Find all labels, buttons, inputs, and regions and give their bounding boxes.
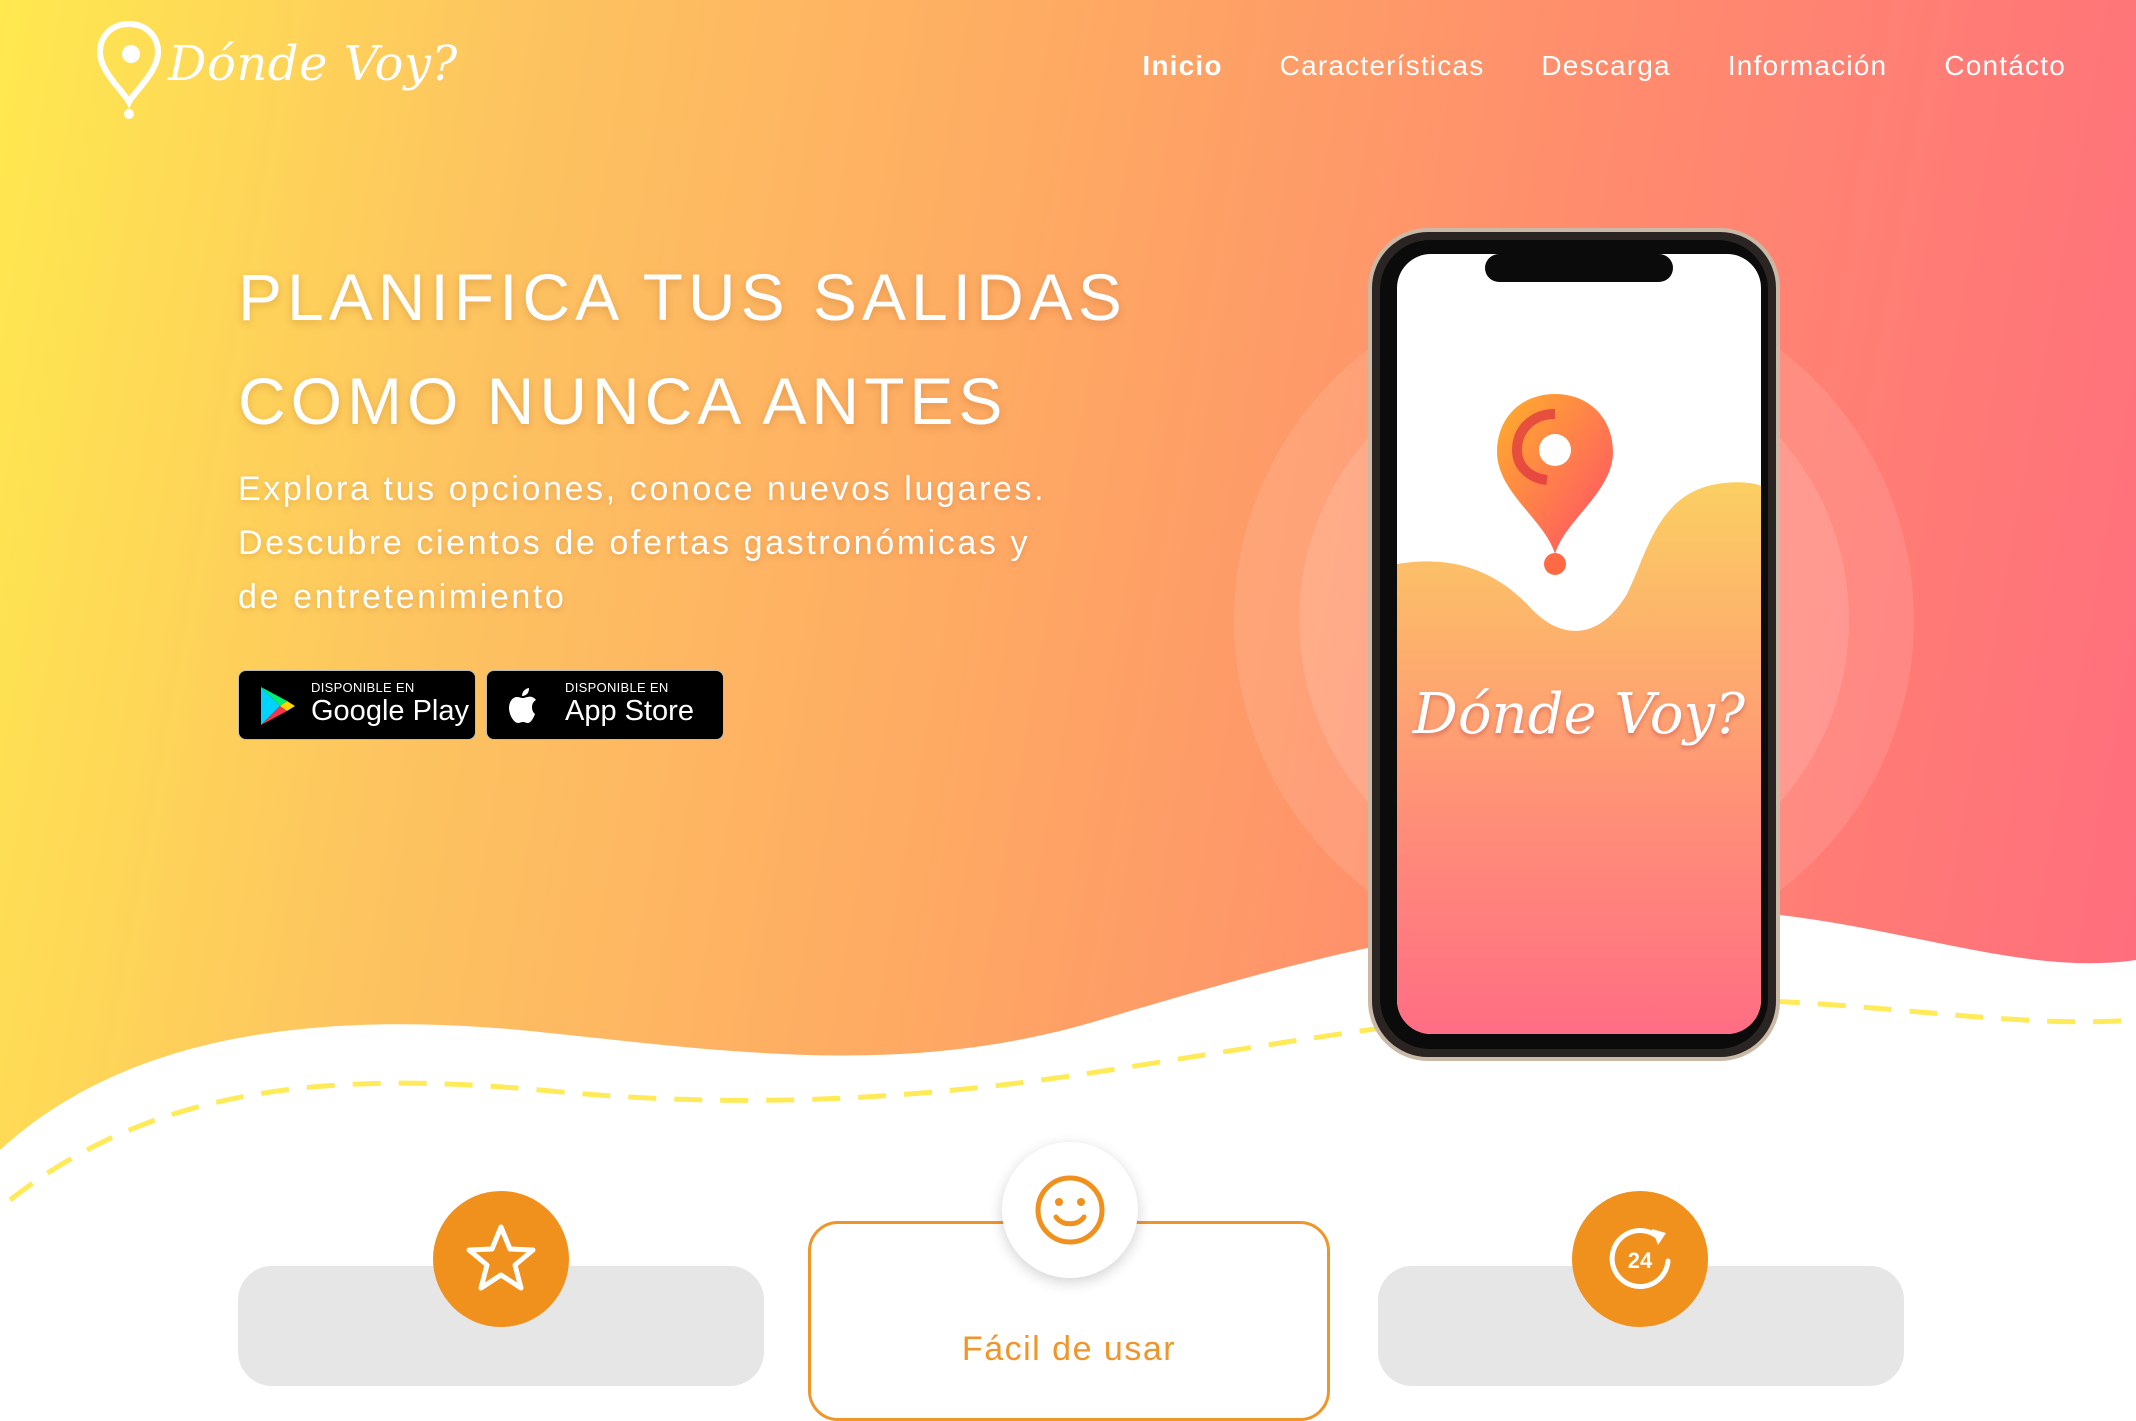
subtext-line-2: Descubre cientos de ofertas gastronómica… xyxy=(238,524,1031,562)
nav-item-caracteristicas[interactable]: Características xyxy=(1280,50,1485,82)
headline-line-2: COMO NUNCA ANTES xyxy=(238,364,1008,438)
headline-line-1: PLANIFICA TUS SALIDAS xyxy=(238,260,1127,334)
refresh-24-icon: 24 xyxy=(1609,1228,1671,1289)
smile-icon xyxy=(1035,1175,1105,1245)
hero-headline: PLANIFICA TUS SALIDAS COMO NUNCA ANTES xyxy=(238,245,1138,453)
phone-app-name: Dónde Voy? xyxy=(1412,682,1746,747)
top-navigation: Dónde Voy? Inicio Características Descar… xyxy=(0,0,2136,140)
apple-icon xyxy=(509,688,536,723)
google-play-icon xyxy=(261,687,295,725)
nav-item-descarga[interactable]: Descarga xyxy=(1541,50,1670,82)
app-store-small-text: DISPONIBLE EN xyxy=(565,680,669,695)
subtext-line-3: de entretenimiento xyxy=(238,578,567,616)
nav-item-inicio[interactable]: Inicio xyxy=(1142,50,1222,82)
feature-card-center-title: Fácil de usar xyxy=(961,1330,1177,1368)
nav-item-informacion[interactable]: Información xyxy=(1728,50,1888,82)
google-play-badge[interactable]: DISPONIBLE EN Google Play xyxy=(238,670,476,740)
app-store-label: App Store xyxy=(565,695,694,727)
feature-icon-smile xyxy=(1002,1142,1138,1278)
subtext-line-1: Explora tus opciones, conoce nuevos luga… xyxy=(238,470,1047,508)
feature-icon-star xyxy=(433,1191,569,1327)
refresh-24-text: 24 xyxy=(1628,1248,1653,1273)
hero-subtext: Explora tus opciones, conoce nuevos luga… xyxy=(238,462,1198,624)
nav-menu: Inicio Características Descarga Informac… xyxy=(1142,50,2066,82)
brand-name[interactable]: Dónde Voy? xyxy=(168,36,458,92)
google-play-small-text: DISPONIBLE EN xyxy=(311,680,415,695)
phone-screen-art xyxy=(1397,254,1761,1034)
phone-screen: Dónde Voy? xyxy=(1397,254,1761,1034)
logo-pin-icon[interactable] xyxy=(94,20,164,120)
google-play-label: Google Play xyxy=(311,695,469,727)
feature-icon-24: 24 xyxy=(1572,1191,1708,1327)
star-icon xyxy=(466,1224,536,1291)
app-store-badge[interactable]: DISPONIBLE EN App Store xyxy=(486,670,724,740)
nav-item-contacto[interactable]: Contácto xyxy=(1944,50,2066,82)
